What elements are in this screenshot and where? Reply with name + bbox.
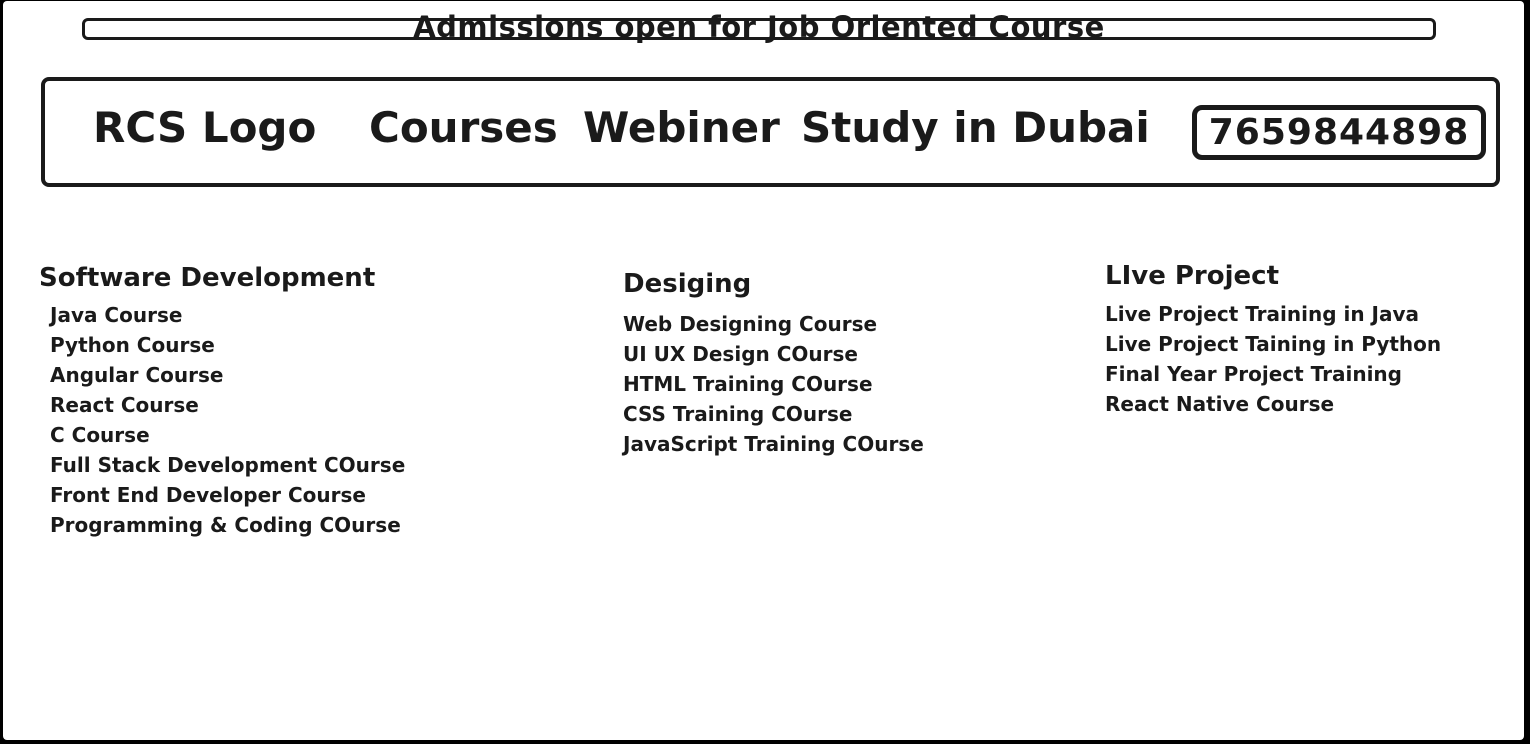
column-heading: Software Development [39,263,376,293]
course-link-c[interactable]: C Course [50,420,405,450]
column-heading: LIve Project [1105,261,1280,291]
nav-link-courses[interactable]: Courses [369,103,558,153]
course-link-javascript[interactable]: JavaScript Training COurse [623,429,924,459]
course-link-final-year[interactable]: Final Year Project Training [1105,359,1441,389]
column-heading: Desiging [623,269,752,299]
course-link-live-python[interactable]: Live Project Taining in Python [1105,329,1441,359]
column-software-development: Software Development Java Course Python … [39,263,405,540]
course-link-ui-ux[interactable]: UI UX Design COurse [623,339,924,369]
course-link-react-native[interactable]: React Native Course [1105,389,1441,419]
course-link-python[interactable]: Python Course [50,330,405,360]
nav-link-webinar[interactable]: Webiner [583,103,780,153]
course-link-java[interactable]: Java Course [50,300,405,330]
course-list: Java Course Python Course Angular Course… [39,300,405,540]
course-list: Live Project Training in Java Live Proje… [1105,299,1441,419]
course-link-react[interactable]: React Course [50,390,405,420]
banner-text: Admissions open for Job Oriented Course [413,10,1105,44]
course-list: Web Designing Course UI UX Design COurse… [623,309,924,459]
nav-link-study-in-dubai[interactable]: Study in Dubai [801,103,1150,153]
column-designing: Desiging Web Designing Course UI UX Desi… [623,269,924,459]
logo[interactable]: RCS Logo [93,103,316,153]
course-link-front-end[interactable]: Front End Developer Course [50,480,405,510]
admissions-banner[interactable]: Admissions open for Job Oriented Course [82,10,1436,44]
course-link-programming-coding[interactable]: Programming & Coding COurse [50,510,405,540]
navbar: RCS Logo Courses Webiner Study in Dubai … [41,77,1500,187]
course-link-angular[interactable]: Angular Course [50,360,405,390]
column-live-project: LIve Project Live Project Training in Ja… [1105,261,1441,419]
course-link-full-stack[interactable]: Full Stack Development COurse [50,450,405,480]
course-link-live-java[interactable]: Live Project Training in Java [1105,299,1441,329]
page-canvas: Admissions open for Job Oriented Course … [3,1,1524,740]
course-link-css[interactable]: CSS Training COurse [623,399,924,429]
course-link-web-designing[interactable]: Web Designing Course [623,309,924,339]
phone-number-button[interactable]: 7659844898 [1192,105,1486,160]
course-link-html[interactable]: HTML Training COurse [623,369,924,399]
